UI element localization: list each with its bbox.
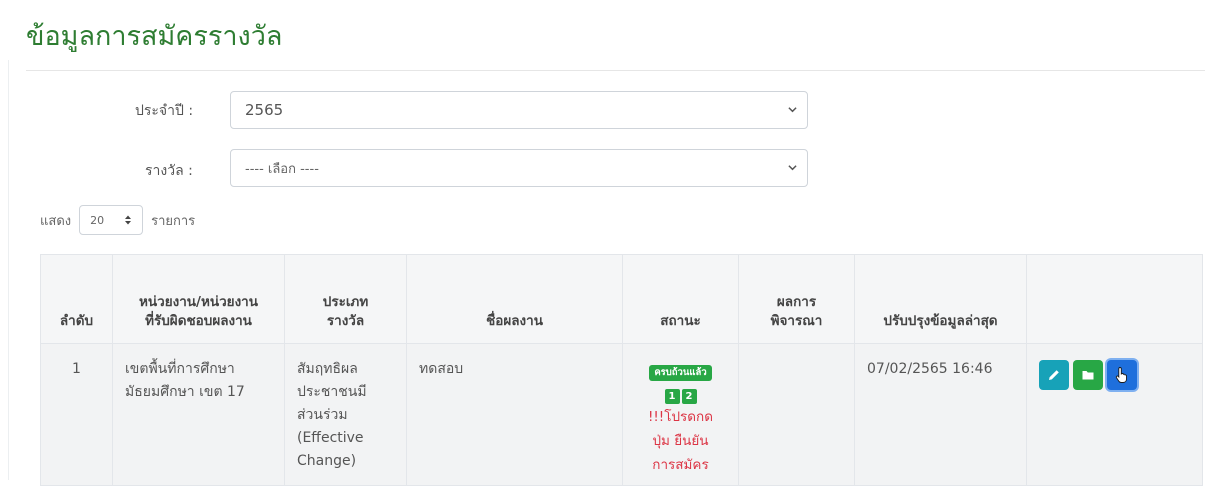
award-select[interactable]: ---- เลือก ----	[230, 149, 808, 187]
header-no[interactable]: ลำดับ	[40, 254, 113, 344]
cell-agency: เขตพื้นที่การศึกษา มัธยมศึกษา เขต 17	[112, 343, 285, 486]
cell-type-line3: ส่วนร่วม	[297, 407, 348, 423]
status-note-line3: การสมัคร	[652, 457, 709, 473]
page-title: ข้อมูลการสมัครรางวัล	[26, 21, 283, 52]
length-prefix: แสดง	[40, 213, 72, 229]
header-updated[interactable]: ปรับปรุงข้อมูลล่าสุด	[854, 254, 1027, 344]
award-select-value: ---- เลือก ----	[245, 161, 319, 177]
table-header-row: ลำดับ หน่วยงาน/หน่วยงาน ที่รับผิดชอบผลงา…	[40, 254, 1203, 344]
cell-no: 1	[40, 343, 113, 486]
edit-button[interactable]	[1039, 360, 1069, 390]
header-type-line2: รางวัล	[326, 313, 365, 329]
header-result[interactable]: ผลการ พิจารณา	[738, 254, 855, 344]
confirm-submit-button[interactable]	[1107, 360, 1137, 390]
status-badge: ครบถ้วนแล้ว	[649, 365, 712, 381]
header-type-line1: ประเภท	[322, 294, 369, 310]
table-row: 1 เขตพื้นที่การศึกษา มัธยมศึกษา เขต 17 ส…	[40, 343, 1203, 486]
header-agency-line1: หน่วยงาน/หน่วยงาน	[139, 294, 258, 310]
cell-type: สัมฤทธิผล ประชาชนมี ส่วนร่วม (Effective …	[284, 343, 407, 486]
header-result-line2: พิจารณา	[770, 313, 823, 329]
applications-table: ลำดับ หน่วยงาน/หน่วยงาน ที่รับผิดชอบผลงา…	[40, 254, 1203, 486]
header-status[interactable]: สถานะ	[622, 254, 739, 344]
length-suffix: รายการ	[151, 213, 196, 229]
pencil-icon	[1049, 370, 1059, 380]
cell-agency-line1: เขตพื้นที่การศึกษา	[125, 361, 235, 377]
folder-icon	[1082, 371, 1094, 380]
page-length-control: แสดง 20 รายการ	[40, 205, 195, 235]
cell-type-line4: (Effective	[297, 430, 364, 446]
cell-actions	[1026, 343, 1203, 486]
cell-agency-line2: มัธยมศึกษา เขต 17	[125, 384, 245, 400]
award-label: รางวัล :	[145, 163, 193, 179]
step-badge-2: 2	[681, 389, 697, 404]
sort-updown-icon	[125, 215, 132, 225]
status-note-line1: !!!โปรดกด	[647, 409, 713, 425]
cell-type-line2: ประชาชนมี	[297, 384, 367, 400]
header-work-name[interactable]: ชื่อผลงาน	[406, 254, 623, 344]
cell-updated: 07/02/2565 16:46	[854, 343, 1027, 486]
chevron-down-icon	[788, 165, 797, 171]
title-divider	[26, 70, 1205, 71]
header-agency-line2: ที่รับผิดชอบผลงาน	[145, 313, 252, 329]
chevron-down-icon	[788, 107, 797, 113]
year-select-value: 2565	[245, 101, 284, 119]
page-left-border	[8, 60, 9, 480]
cell-result	[738, 343, 855, 486]
page-length-value: 20	[90, 213, 105, 227]
status-note-line2: ปุ่ม ยืนยัน	[652, 433, 709, 449]
step-badge-1: 1	[664, 389, 680, 404]
page-length-select[interactable]: 20	[79, 205, 144, 235]
cell-type-line1: สัมฤทธิผล	[297, 361, 358, 377]
year-select[interactable]: 2565	[230, 91, 808, 129]
cell-type-line5: Change)	[297, 453, 357, 469]
cell-status: ครบถ้วนแล้ว 12 !!!โปรดกด ปุ่ม ยืนยัน การ…	[622, 343, 739, 486]
header-result-line1: ผลการ	[776, 294, 817, 310]
header-actions	[1026, 254, 1203, 344]
hand-pointer-icon	[1115, 367, 1127, 383]
cell-work-name: ทดสอบ	[406, 343, 623, 486]
documents-button[interactable]	[1073, 360, 1103, 390]
header-agency[interactable]: หน่วยงาน/หน่วยงาน ที่รับผิดชอบผลงาน	[112, 254, 285, 344]
year-label: ประจำปี :	[135, 103, 194, 119]
header-type[interactable]: ประเภท รางวัล	[284, 254, 407, 344]
